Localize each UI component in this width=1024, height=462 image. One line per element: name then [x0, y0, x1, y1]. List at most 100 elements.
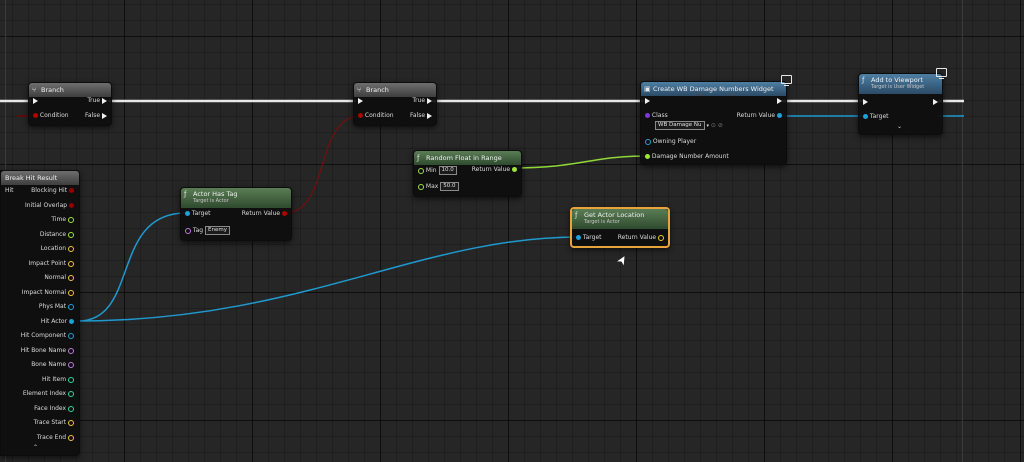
bool-wire [284, 115, 361, 214]
min-value-input[interactable]: 10.0 [438, 166, 457, 175]
hit-label: Hit [5, 187, 14, 194]
break-pin[interactable]: Hit Bone Name [21, 347, 74, 355]
break-hit-result-header: Break Hit Result [1, 171, 79, 185]
get-actor-location-node[interactable]: ƒ Get Actor Location Target is Actor Targe… [570, 207, 670, 248]
actor-has-tag-node[interactable]: ƒ Actor Has Tag Target is Actor Target Ret… [180, 187, 292, 241]
false-exec-pin[interactable]: False [85, 112, 107, 120]
break-pin[interactable]: Impact Normal [22, 289, 74, 297]
pin-label: Impact Point [28, 260, 67, 267]
pin-label: Location [40, 245, 67, 252]
create-widget-header: ▣ Create WB Damage Numbers Widget [641, 82, 786, 96]
pin-label: Blocking Hit [31, 187, 68, 194]
damage-amount-label: Damage Number Amount [651, 153, 729, 160]
break-pin[interactable]: Trace Start [34, 419, 74, 427]
object-wire [77, 212, 187, 322]
hit-input-pin[interactable]: Hit [5, 187, 14, 195]
break-pin[interactable]: Distance [40, 231, 74, 239]
damage-amount-pin[interactable]: Damage Number Amount [645, 153, 729, 161]
tag-pin[interactable]: Tag Enemy [185, 226, 230, 235]
pin-label: Element Index [22, 390, 67, 397]
branch-node-1[interactable]: ⑂ Branch True Condition False [28, 82, 112, 126]
random-float-node[interactable]: ƒ Random Float in Range Min 10.0 Max 50.0… [413, 150, 522, 197]
exec-in-pin[interactable] [645, 97, 650, 105]
pin-label: Hit Item [41, 376, 67, 383]
true-label: True [87, 97, 101, 104]
true-exec-pin[interactable]: True [87, 97, 107, 105]
max-value-input[interactable]: 50.0 [440, 182, 459, 191]
actor-has-tag-title: Actor Has Tag [193, 190, 238, 198]
add-to-viewport-node[interactable]: ƒ Add to Viewport Target is User Widget Ta… [858, 73, 943, 135]
return-value-pin[interactable]: Return Value [472, 166, 517, 174]
class-select[interactable]: WB Damage Nu ▾ ⊙ ⊘ [655, 121, 723, 130]
break-pin[interactable]: Normal [44, 274, 74, 282]
target-pin[interactable]: Target [576, 234, 601, 242]
expand-chevron-icon[interactable]: ⌄ [897, 123, 902, 131]
pin-label: Distance [39, 231, 67, 238]
break-pin[interactable]: Location [41, 245, 74, 253]
function-icon: ƒ [862, 76, 865, 84]
break-pin[interactable]: Hit Component [21, 332, 74, 340]
min-pin[interactable]: Min 10.0 [418, 166, 457, 175]
pin-label: Trace Start [33, 419, 67, 426]
condition-pin[interactable]: Condition [358, 112, 394, 120]
break-pin[interactable]: Trace End [37, 434, 74, 442]
break-pin[interactable]: Impact Point [29, 260, 74, 268]
random-float-title: Random Float in Range [426, 154, 502, 162]
break-pin[interactable]: Initial Overlap [25, 202, 74, 210]
condition-pin[interactable]: Condition [33, 112, 69, 120]
exec-out-pin[interactable] [777, 97, 782, 105]
pin-label: Hit Component [20, 332, 67, 339]
return-value-pin[interactable]: Return Value [618, 234, 664, 242]
exec-out-pin[interactable] [933, 98, 938, 106]
exec-in-pin[interactable] [358, 97, 363, 105]
class-value[interactable]: WB Damage Nu [655, 121, 705, 130]
break-pin[interactable]: Bone Name [31, 361, 74, 369]
monitor-icon [781, 75, 792, 86]
branch-node-2[interactable]: ⑂ Branch True Condition False [353, 82, 437, 126]
branch-node-header: ⑂ Branch [29, 83, 111, 97]
get-actor-location-header: ƒ Get Actor Location Target is Actor [572, 209, 668, 229]
return-value-pin[interactable]: Return Value [737, 112, 782, 120]
add-to-viewport-subtitle: Target is User Widget [871, 84, 925, 90]
break-pin[interactable]: Blocking Hit [31, 187, 74, 195]
tag-value-input[interactable]: Enemy [205, 226, 230, 235]
exec-in-pin[interactable] [33, 97, 38, 105]
class-pin[interactable]: Class [645, 112, 668, 120]
float-wire [511, 155, 648, 169]
break-pin[interactable]: Hit Item [42, 376, 74, 384]
hit-actor-pin[interactable]: Hit Actor [41, 318, 74, 326]
actor-has-tag-header: ƒ Actor Has Tag Target is Actor [181, 188, 291, 208]
break-pin[interactable]: Face Index [34, 405, 74, 413]
collapse-chevron-icon[interactable]: ⌃ [33, 444, 38, 452]
tag-label: Tag [192, 227, 204, 234]
false-label: False [410, 112, 426, 119]
target-pin[interactable]: Target [863, 113, 888, 121]
return-value-pin[interactable]: Return Value [242, 210, 287, 218]
owning-player-label: Owning Player [652, 138, 697, 145]
return-value-label: Return Value [471, 166, 511, 173]
pin-label: Bone Name [31, 361, 67, 368]
add-to-viewport-title: Add to Viewport [871, 76, 923, 84]
pin-label: Hit Bone Name [20, 347, 67, 354]
break-pin[interactable]: Time [51, 216, 74, 224]
true-exec-pin[interactable]: True [412, 97, 432, 105]
actor-has-tag-subtitle: Target is Actor [193, 198, 229, 204]
browse-icon[interactable]: ⊙ [711, 122, 716, 129]
branch-icon: ⑂ [357, 86, 362, 94]
pin-label: Impact Normal [21, 289, 67, 296]
clear-icon[interactable]: ⊘ [718, 122, 723, 129]
false-exec-pin[interactable]: False [410, 112, 432, 120]
create-widget-node[interactable]: ▣ Create WB Damage Numbers Widget Class W… [640, 81, 787, 165]
exec-in-pin[interactable] [863, 98, 868, 106]
break-pin[interactable]: Phys Mat [39, 303, 74, 311]
object-wire [77, 236, 579, 322]
graph-frame-right [962, 0, 963, 462]
break-pin[interactable]: Element Index [23, 390, 74, 398]
owning-player-pin[interactable]: Owning Player [645, 138, 696, 146]
get-actor-location-title: Get Actor Location [584, 211, 645, 219]
target-pin[interactable]: Target [185, 210, 210, 218]
break-hit-result-node[interactable]: Break Hit Result Hit Blocking Hit Initia… [0, 170, 80, 456]
condition-label: Condition [364, 112, 394, 119]
max-pin[interactable]: Max 50.0 [418, 182, 459, 191]
target-label: Target [191, 210, 211, 217]
